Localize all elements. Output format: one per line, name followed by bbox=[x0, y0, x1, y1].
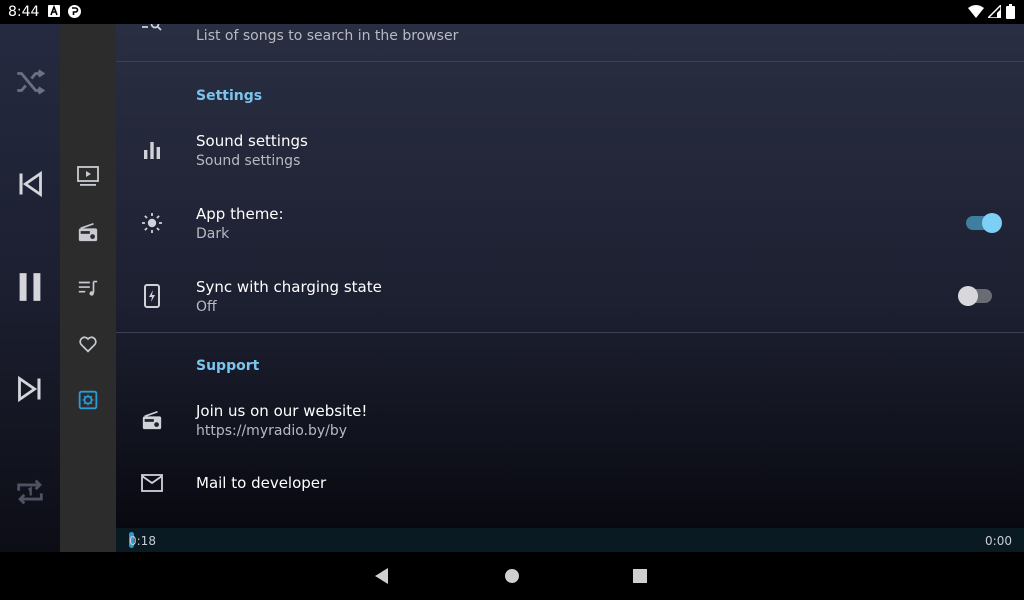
settings-section-header: Settings bbox=[196, 88, 263, 104]
sync-charging-toggle[interactable] bbox=[958, 286, 992, 306]
equalizer-icon-wrap bbox=[138, 136, 166, 164]
previous-button[interactable] bbox=[0, 164, 60, 204]
website-url: https://myradio.by/by bbox=[196, 423, 348, 439]
sync-charging-title: Sync with charging state bbox=[196, 278, 382, 296]
app-theme-subtitle: Dark bbox=[196, 226, 230, 242]
elapsed-time: 0:18 bbox=[129, 534, 156, 548]
playlist-icon bbox=[78, 280, 98, 296]
nav-playlist[interactable] bbox=[60, 266, 116, 310]
shuffle-icon bbox=[17, 69, 46, 95]
pause-button[interactable] bbox=[0, 267, 60, 307]
nav-player[interactable] bbox=[60, 154, 116, 198]
nav-radio[interactable] bbox=[60, 210, 116, 254]
support-section-header: Support bbox=[196, 358, 260, 374]
playback-progress[interactable]: 0:18 0:00 bbox=[116, 528, 1024, 552]
toggle-knob bbox=[982, 213, 1002, 233]
website-item[interactable]: Join us on our website! https://myradio.… bbox=[116, 388, 1024, 452]
website-title: Join us on our website! bbox=[196, 402, 368, 420]
skip-previous-icon bbox=[19, 170, 42, 198]
back-button[interactable] bbox=[370, 564, 394, 588]
song-search-list-item[interactable]: List of songs to search in the browser bbox=[116, 24, 1024, 58]
player-controls bbox=[0, 24, 60, 552]
sound-settings-subtitle: Sound settings bbox=[196, 153, 301, 169]
list-search-icon bbox=[142, 24, 162, 31]
repeat-one-icon bbox=[17, 479, 43, 505]
radio-icon bbox=[142, 410, 162, 430]
sync-charging-item[interactable]: Sync with charging state Off bbox=[116, 265, 1024, 329]
notification-radio-icon bbox=[68, 5, 81, 18]
sync-charging-subtitle: Off bbox=[196, 299, 217, 315]
skip-next-icon bbox=[18, 375, 41, 403]
brightness-icon bbox=[142, 213, 162, 233]
recents-icon bbox=[633, 569, 647, 583]
wifi-icon bbox=[968, 5, 984, 18]
shuffle-button[interactable] bbox=[0, 62, 60, 102]
divider bbox=[116, 332, 1024, 333]
brightness-icon-wrap bbox=[138, 209, 166, 237]
cell-signal-icon bbox=[988, 5, 1001, 18]
search-list-icon-wrap bbox=[138, 24, 166, 40]
divider bbox=[116, 61, 1024, 62]
app-theme-title: App theme: bbox=[196, 205, 284, 223]
battery-charging-icon-wrap bbox=[138, 282, 166, 310]
notification-app-icon bbox=[48, 5, 60, 17]
mail-icon bbox=[141, 474, 163, 492]
mail-icon-wrap bbox=[138, 469, 166, 497]
repeat-one-button[interactable] bbox=[0, 472, 60, 512]
battery-icon bbox=[1006, 4, 1015, 19]
video-player-icon bbox=[77, 166, 99, 186]
app-theme-item[interactable]: App theme: Dark bbox=[116, 192, 1024, 256]
home-button[interactable] bbox=[500, 564, 524, 588]
radio-icon bbox=[78, 222, 98, 242]
system-nav-bar bbox=[0, 552, 1024, 600]
sound-settings-title: Sound settings bbox=[196, 132, 308, 150]
next-button[interactable] bbox=[0, 369, 60, 409]
battery-charging-icon bbox=[144, 284, 160, 308]
pause-icon bbox=[19, 273, 41, 301]
back-icon bbox=[375, 568, 388, 584]
settings-icon bbox=[78, 390, 98, 410]
website-radio-icon-wrap bbox=[138, 406, 166, 434]
nav-favorites[interactable] bbox=[60, 322, 116, 366]
app-theme-toggle[interactable] bbox=[966, 213, 1002, 233]
status-time: 8:44 bbox=[8, 4, 40, 20]
nav-rail bbox=[60, 24, 116, 552]
song-search-subtitle: List of songs to search in the browser bbox=[196, 28, 459, 44]
total-time: 0:00 bbox=[985, 534, 1012, 548]
equalizer-icon bbox=[144, 142, 160, 159]
heart-icon bbox=[79, 336, 97, 353]
recents-button[interactable] bbox=[628, 564, 652, 588]
nav-settings[interactable] bbox=[60, 378, 116, 422]
home-icon bbox=[505, 569, 519, 583]
sound-settings-item[interactable]: Sound settings Sound settings bbox=[116, 118, 1024, 182]
mail-developer-item[interactable]: Mail to developer bbox=[116, 462, 1024, 506]
settings-list: List of songs to search in the browser S… bbox=[116, 24, 1024, 528]
mail-developer-title: Mail to developer bbox=[196, 474, 327, 492]
status-bar: 8:44 bbox=[0, 0, 1024, 24]
toggle-knob bbox=[958, 286, 978, 306]
